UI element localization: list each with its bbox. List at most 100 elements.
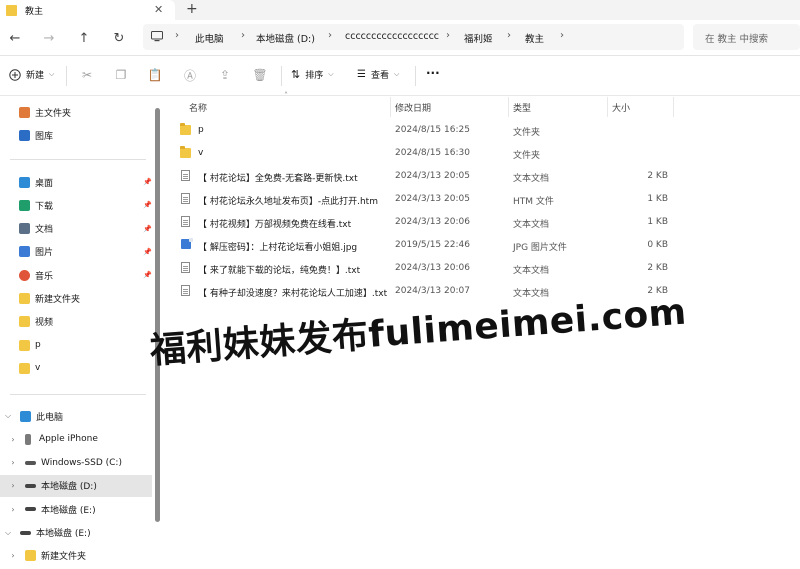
sidebar-item[interactable]: › 新建文件夹 [0,545,152,567]
file-row[interactable]: 【 村花论坛永久地址发布页】-点此打开.htm 2024/3/13 20:05 HT… [164,188,684,211]
sidebar-item[interactable]: 文档 📌 [0,218,152,240]
view-icon: ☰ [357,69,366,80]
sidebar-item[interactable]: › Windows-SSD (C:) [0,452,152,474]
sidebar-item[interactable]: 图库 [0,124,152,146]
file-name: 【 有种子却没速度？来村花论坛人工加速】.txt [198,289,388,299]
new-tab-button[interactable]: + [186,1,198,17]
chevron-right-icon[interactable]: › [8,505,18,514]
file-row[interactable]: 【 解压密码】：上村花论坛看小姐姐.jpg 2019/5/15 22:46 JPG … [164,234,684,257]
back-icon[interactable]: ← [6,29,24,47]
file-row[interactable]: p 2024/8/15 16:25 文件夹 [164,119,684,142]
sidebar-item-label: 图片 [35,248,54,259]
sidebar-scrollbar[interactable] [155,108,160,522]
chevron-right-icon[interactable]: › [8,458,18,467]
paste-icon[interactable]: 📋 [148,68,163,82]
file-name: p [198,125,204,135]
file-type: 文本文档 [513,266,550,276]
sidebar-item[interactable]: 主文件夹 [0,101,152,123]
chevron-down-icon: ⌵ [49,70,55,78]
sidebar-item[interactable]: 桌面 📌 [0,171,152,193]
sidebar-item[interactable]: p [0,334,152,356]
chevron-right-icon: › [446,30,450,41]
sidebar-item[interactable]: › 本地磁盘 (E:) [0,498,152,520]
column-divider[interactable] [508,97,509,117]
sort-button-label: 排序 [305,71,324,81]
share-icon[interactable]: ⇪ [218,68,232,82]
file-row[interactable]: 【 村花论坛】全免费-无套路-更新快.txt 2024/3/13 20:05 文本文… [164,165,684,188]
close-icon[interactable]: ✕ [154,3,163,16]
sidebar-item-label: 主文件夹 [35,108,72,119]
sidebar-item[interactable]: ⌵ 本地磁盘 (E:) [0,522,152,544]
new-button[interactable]: 新建 ⌵ [9,68,54,81]
column-divider[interactable] [673,97,674,117]
address-bar[interactable]: › 此电脑 › 本地磁盘 (D:) › cccccccccccccccccc ›… [143,24,684,50]
sort-up-icon: ˄ [284,91,288,100]
new-button-label: 新建 [26,71,45,81]
sort-button[interactable]: ⇅ 排序 ⌵ [291,68,334,81]
music-icon [19,269,30,281]
sidebar-item[interactable]: › 本地磁盘 (D:) [0,474,152,497]
breadcrumb-this-pc[interactable]: 此电脑 [195,31,224,45]
chevron-down-icon[interactable]: ⌵ [3,528,13,538]
file-row[interactable]: 【 村花视频】万部视频免费在线看.txt 2024/3/13 20:06 文本文档 1… [164,211,684,234]
search-input[interactable]: 在 教主 中搜索 [693,24,800,50]
column-header-name[interactable]: 名称 [189,97,207,117]
chevron-right-icon[interactable]: › [8,435,18,444]
chevron-right-icon[interactable]: › [8,551,18,560]
column-header-type[interactable]: 类型 [513,97,531,117]
sidebar-item-label: 新建文件夹 [41,552,87,563]
more-options-button[interactable]: ··· [426,66,440,80]
up-icon[interactable]: ↑ [75,29,93,47]
sidebar-item[interactable]: 音乐 📌 [0,264,152,286]
chevron-right-icon[interactable]: › [560,30,564,41]
column-divider[interactable] [607,97,608,117]
sidebar-item-label: 音乐 [35,271,54,282]
sidebar-item-label: Windows-SSD (C:) [41,457,122,468]
tab-title: 教主 [25,6,44,17]
file-row[interactable]: v 2024/8/15 16:30 文件夹 [164,142,684,165]
file-date: 2024/3/13 20:06 [395,217,470,227]
breadcrumb-fuliji[interactable]: 福利姬 [464,31,493,45]
forward-icon[interactable]: → [40,29,58,47]
folder-icon [19,293,30,304]
column-divider[interactable] [390,97,391,117]
command-bar: 新建 ⌵ ✂ ❐ 📋 Ⓐ ⇪ 🗑 ⇅ 排序 ⌵ ☰ 查看 ⌵ ··· [0,56,800,96]
sidebar-item[interactable]: 视频 [0,311,152,333]
toolbar-divider [281,66,282,86]
sidebar-item-label: v [35,363,41,374]
file-type: 文本文档 [513,220,550,230]
sidebar-item-label: 本地磁盘 (E:) [36,529,91,539]
sidebar-item[interactable]: › Apple iPhone [0,428,152,450]
cut-icon[interactable]: ✂ [80,68,94,82]
sidebar-item[interactable]: 下载 📌 [0,194,152,216]
gallery-icon [19,129,30,141]
breadcrumb-jiaozhu[interactable]: 教主 [525,31,544,45]
folder-icon [180,123,191,135]
desktop-icon [19,176,30,188]
sidebar-item[interactable]: 新建文件夹 [0,288,152,310]
copy-icon[interactable]: ❐ [114,68,128,82]
sidebar-item-label: 下载 [35,201,54,212]
chevron-right-icon[interactable]: › [8,481,18,490]
sidebar-item[interactable]: ⌵ 此电脑 [0,405,152,427]
refresh-icon[interactable]: ↻ [110,29,128,47]
sidebar-item[interactable]: 图片 📌 [0,241,152,263]
column-header-size[interactable]: 大小 [612,97,630,117]
sidebar-item-label: 此电脑 [36,412,64,423]
view-button[interactable]: ☰ 查看 ⌵ [357,68,399,81]
toolbar-divider [415,66,416,86]
file-size: 1 KB [647,194,668,204]
column-header-date[interactable]: 修改日期 [395,97,431,117]
image-file-icon [181,238,193,249]
sidebar-item[interactable]: v [0,357,152,379]
file-date: 2024/8/15 16:30 [395,148,470,158]
delete-icon[interactable]: 🗑 [252,68,267,82]
tab-jiaozhu[interactable]: 教主 ✕ [0,0,175,20]
sort-icon: ⇅ [291,68,301,81]
breadcrumb-folder-c[interactable]: cccccccccccccccccc [345,31,439,42]
chevron-down-icon[interactable]: ⌵ [3,411,13,421]
rename-icon[interactable]: Ⓐ [183,68,197,83]
sidebar-item-label: Apple iPhone [39,434,98,445]
file-row[interactable]: 【 来了就能下载的论坛，纯免费！】.txt 2024/3/13 20:06 文本文档… [164,257,684,280]
breadcrumb-drive-d[interactable]: 本地磁盘 (D:) [256,31,315,45]
